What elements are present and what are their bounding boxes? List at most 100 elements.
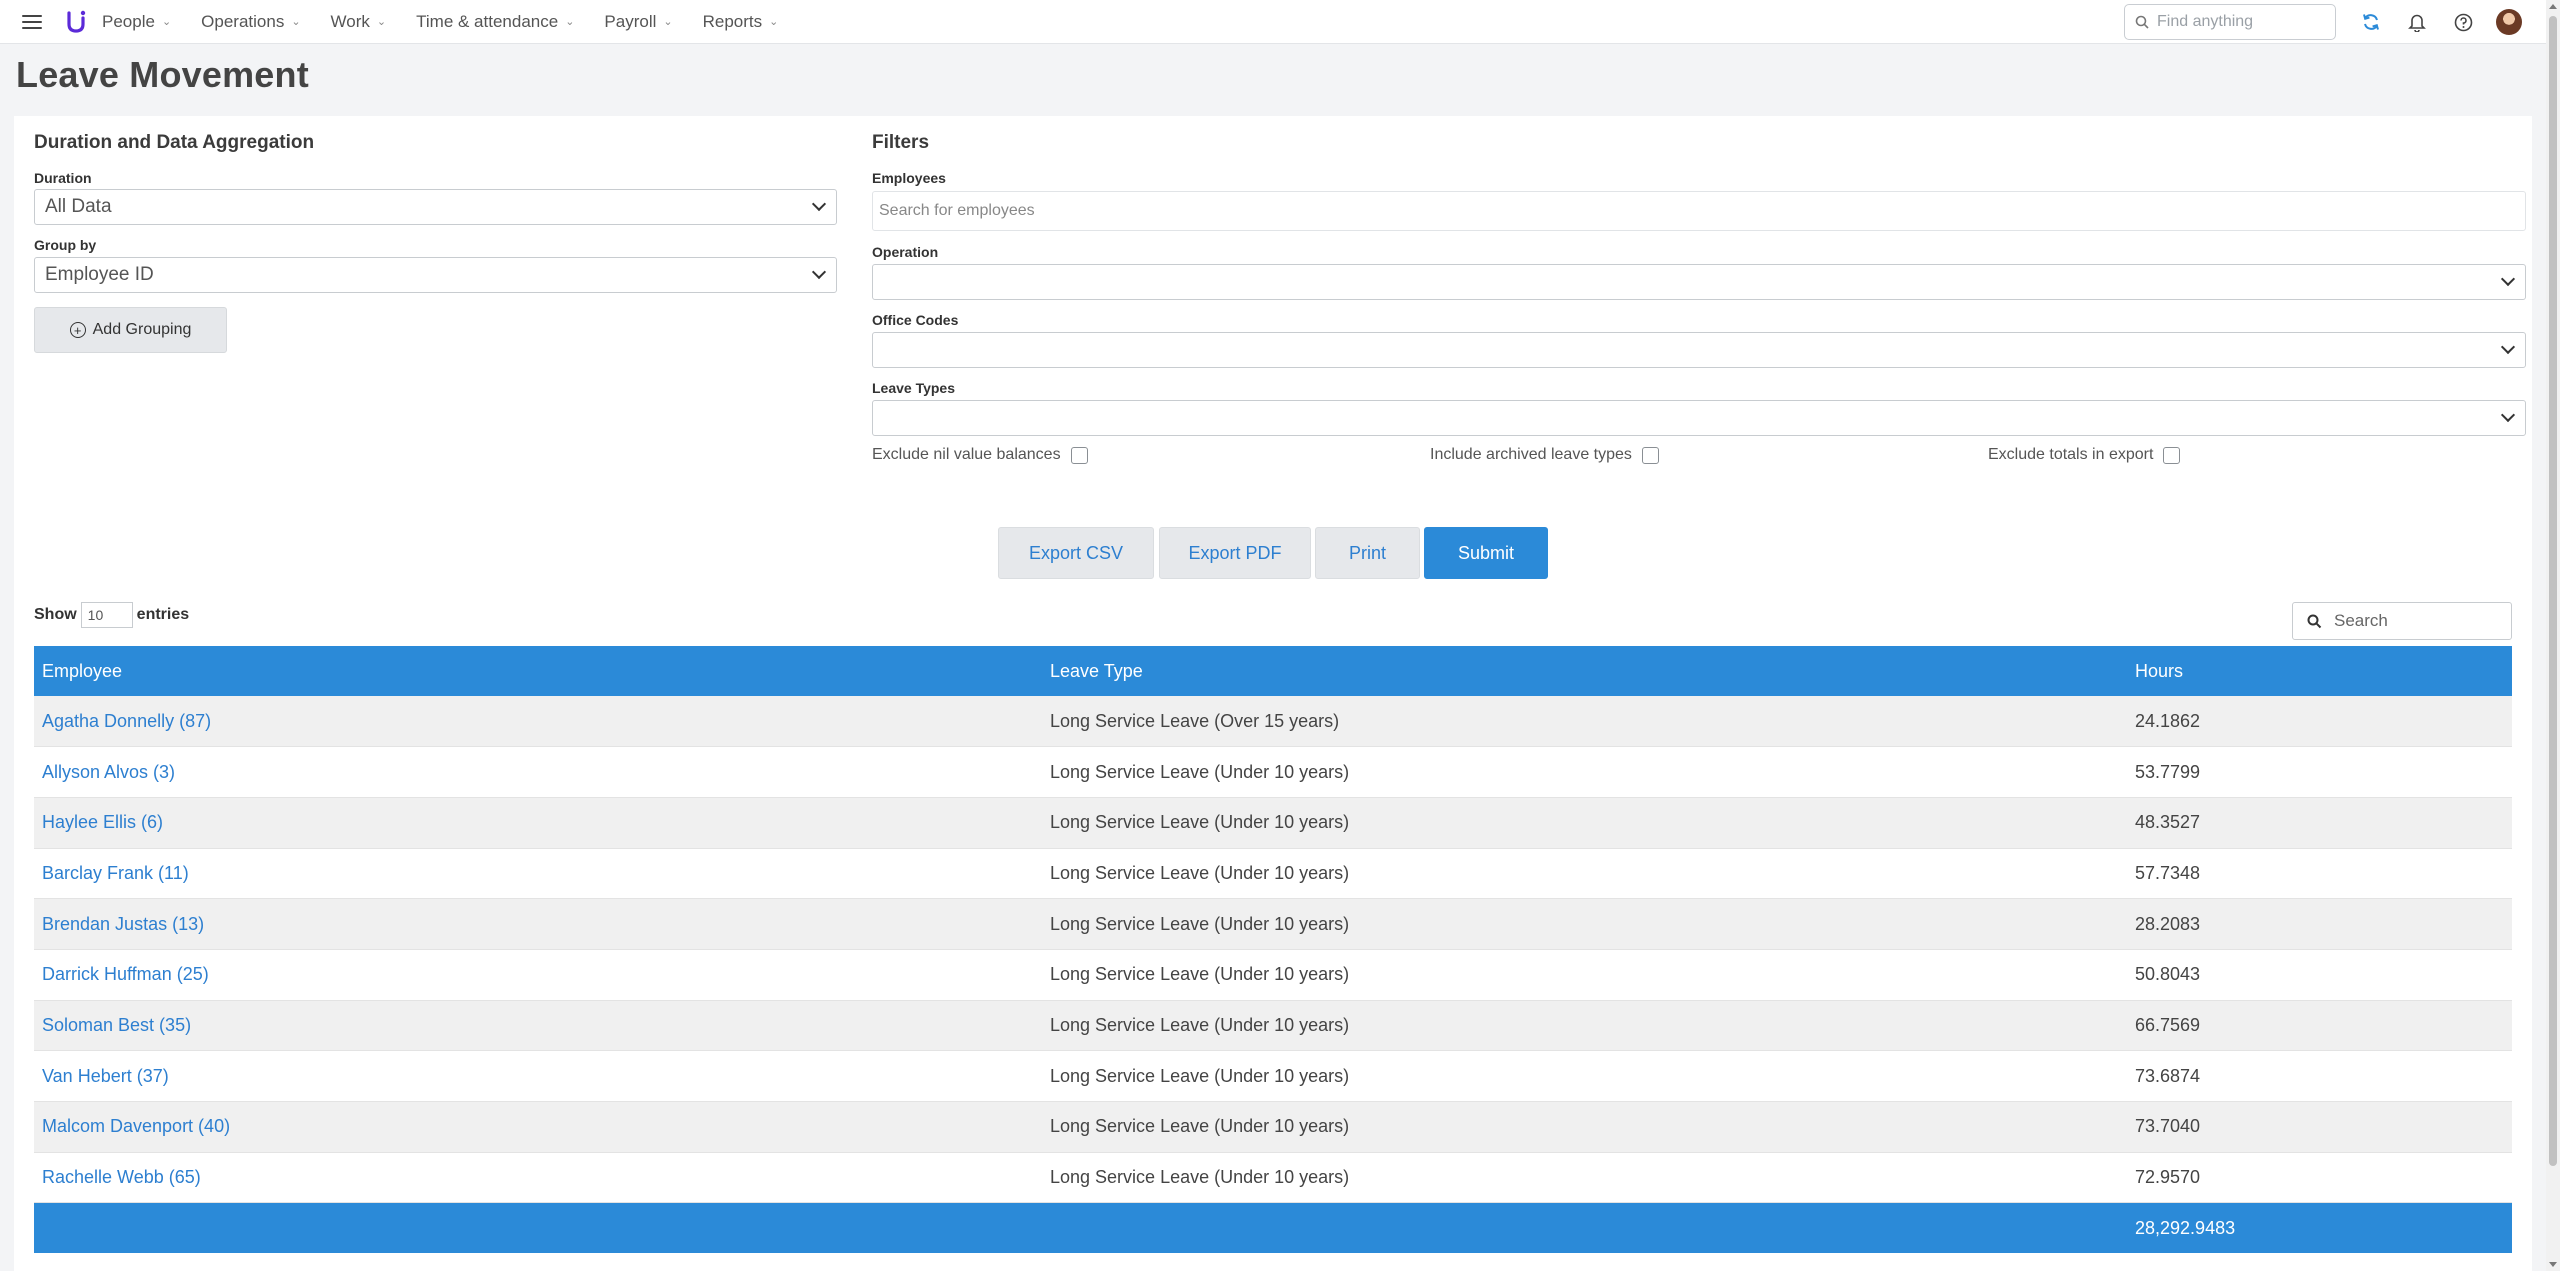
plus-circle-icon: + xyxy=(69,322,86,338)
nav-work[interactable]: Work ⌄ xyxy=(331,12,387,32)
nav-time-attendance[interactable]: Time & attendance ⌄ xyxy=(416,12,574,32)
user-avatar[interactable] xyxy=(2496,9,2522,35)
leave-type-cell: Long Service Leave (Under 10 years) xyxy=(1042,1101,2127,1153)
leave-type-cell: Long Service Leave (Under 10 years) xyxy=(1042,898,2127,950)
employee-link[interactable]: Darrick Huffman (25) xyxy=(34,949,1042,1001)
app-logo[interactable] xyxy=(64,9,88,35)
exclude-nil-checkbox-row[interactable]: Exclude nil value balances xyxy=(872,446,1088,464)
column-header-employee[interactable]: Employee xyxy=(34,646,1042,696)
nav-operations[interactable]: Operations ⌄ xyxy=(201,12,300,32)
leave-types-label: Leave Types xyxy=(872,380,956,396)
search-icon xyxy=(2135,15,2149,29)
duration-select[interactable]: All Data xyxy=(34,189,837,225)
scrollbar-thumb[interactable] xyxy=(2549,16,2557,1166)
leave-type-cell: Long Service Leave (Over 15 years) xyxy=(1042,696,2127,748)
group-by-value: Employee ID xyxy=(45,264,154,285)
nav-label: Payroll xyxy=(604,11,657,31)
table-row: Barclay Frank (11) Long Service Leave (U… xyxy=(34,848,2512,900)
global-search-input[interactable] xyxy=(2157,13,2317,31)
leave-type-cell: Long Service Leave (Under 10 years) xyxy=(1042,949,2127,1001)
chevron-down-icon: ⌄ xyxy=(769,16,779,28)
column-header-hours[interactable]: Hours xyxy=(2127,646,2512,696)
exclude-totals-checkbox[interactable] xyxy=(2163,446,2181,464)
employee-link[interactable]: Agatha Donnelly (87) xyxy=(34,696,1042,748)
nav-label: Reports xyxy=(702,11,763,31)
hours-cell: 24.1862 xyxy=(2127,696,2512,748)
exclude-totals-label: Exclude totals in export xyxy=(1988,446,2154,463)
leave-type-cell: Long Service Leave (Under 10 years) xyxy=(1042,746,2127,798)
chevron-down-icon: ⌄ xyxy=(565,16,575,28)
totals-empty-cell xyxy=(1042,1202,2127,1253)
leave-types-select[interactable] xyxy=(872,400,2526,436)
refresh-icon[interactable] xyxy=(2360,11,2382,33)
operation-select[interactable] xyxy=(872,264,2526,300)
table-search[interactable] xyxy=(2292,602,2512,640)
leave-type-cell: Long Service Leave (Under 10 years) xyxy=(1042,848,2127,900)
exclude-nil-checkbox[interactable] xyxy=(1070,446,1088,464)
employee-link[interactable]: Van Hebert (37) xyxy=(34,1050,1042,1102)
table-header-row: Employee Leave Type Hours xyxy=(34,646,2512,696)
chevron-down-icon xyxy=(2500,407,2516,423)
employees-label: Employees xyxy=(872,170,946,186)
totals-empty-cell xyxy=(34,1202,1042,1253)
print-button[interactable]: Print xyxy=(1315,527,1420,579)
employee-link[interactable]: Barclay Frank (11) xyxy=(34,848,1042,900)
employee-link[interactable]: Malcom Davenport (40) xyxy=(34,1101,1042,1153)
filters-title: Filters xyxy=(872,132,930,153)
employee-link[interactable]: Soloman Best (35) xyxy=(34,1000,1042,1052)
show-entries-control: Show entries xyxy=(34,602,189,628)
hours-cell: 66.7569 xyxy=(2127,1000,2512,1052)
group-by-select[interactable]: Employee ID xyxy=(34,257,837,293)
leave-movement-table: Employee Leave Type Hours Agatha Donnell… xyxy=(34,646,2512,1253)
aggregation-title: Duration and Data Aggregation xyxy=(34,132,315,153)
exclude-nil-label: Exclude nil value balances xyxy=(872,446,1061,463)
employee-link[interactable]: Rachelle Webb (65) xyxy=(34,1152,1042,1204)
nav-label: Work xyxy=(330,11,370,31)
page-scrollbar[interactable] xyxy=(2546,0,2560,1271)
office-codes-select[interactable] xyxy=(872,332,2526,368)
add-grouping-button[interactable]: + Add Grouping xyxy=(34,307,227,353)
employee-link[interactable]: Brendan Justas (13) xyxy=(34,898,1042,950)
table-row: Brendan Justas (13) Long Service Leave (… xyxy=(34,898,2512,950)
global-search[interactable] xyxy=(2124,4,2336,40)
table-row: Rachelle Webb (65) Long Service Leave (U… xyxy=(34,1152,2512,1204)
employee-link[interactable]: Haylee Ellis (6) xyxy=(34,797,1042,849)
chevron-down-icon xyxy=(2500,339,2516,355)
nav-people[interactable]: People ⌄ xyxy=(102,12,171,32)
employees-search-input[interactable] xyxy=(872,191,2526,231)
duration-value: All Data xyxy=(45,196,112,217)
office-codes-label: Office Codes xyxy=(872,312,959,328)
table-row: Van Hebert (37) Long Service Leave (Unde… xyxy=(34,1050,2512,1102)
top-navigation-bar: People ⌄ Operations ⌄ Work ⌄ Time & attenda… xyxy=(0,0,2546,44)
table-row: Malcom Davenport (40) Long Service Leave… xyxy=(34,1101,2512,1153)
include-archived-checkbox[interactable] xyxy=(1641,446,1659,464)
hours-cell: 73.7040 xyxy=(2127,1101,2512,1153)
leave-type-cell: Long Service Leave (Under 10 years) xyxy=(1042,1000,2127,1052)
menu-icon[interactable] xyxy=(18,12,46,32)
include-archived-checkbox-row[interactable]: Include archived leave types xyxy=(1430,446,1659,464)
export-pdf-button[interactable]: Export PDF xyxy=(1159,527,1311,579)
topbar-actions xyxy=(2124,0,2532,44)
hours-cell: 73.6874 xyxy=(2127,1050,2512,1102)
exclude-totals-checkbox-row[interactable]: Exclude totals in export xyxy=(1988,446,2181,464)
scroll-down-icon[interactable] xyxy=(2549,1262,2557,1267)
export-csv-button[interactable]: Export CSV xyxy=(998,527,1154,579)
entries-count-input[interactable] xyxy=(80,602,133,628)
help-icon[interactable] xyxy=(2452,11,2474,33)
submit-button[interactable]: Submit xyxy=(1424,527,1548,579)
totals-row: 28,292.9483 xyxy=(34,1202,2512,1253)
hours-cell: 57.7348 xyxy=(2127,848,2512,900)
main-nav: People ⌄ Operations ⌄ Work ⌄ Time & attenda… xyxy=(102,12,808,32)
nav-payroll[interactable]: Payroll ⌄ xyxy=(604,12,672,32)
leave-type-cell: Long Service Leave (Under 10 years) xyxy=(1042,1152,2127,1204)
total-hours-cell: 28,292.9483 xyxy=(2127,1202,2512,1253)
duration-label: Duration xyxy=(34,170,92,186)
table-search-input[interactable] xyxy=(2334,611,2494,631)
operation-label: Operation xyxy=(872,244,939,260)
nav-reports[interactable]: Reports ⌄ xyxy=(703,12,779,32)
employee-link[interactable]: Allyson Alvos (3) xyxy=(34,746,1042,798)
scroll-up-icon[interactable] xyxy=(2549,4,2557,9)
hours-cell: 28.2083 xyxy=(2127,898,2512,950)
column-header-leave-type[interactable]: Leave Type xyxy=(1042,646,2127,696)
bell-icon[interactable] xyxy=(2406,11,2428,33)
